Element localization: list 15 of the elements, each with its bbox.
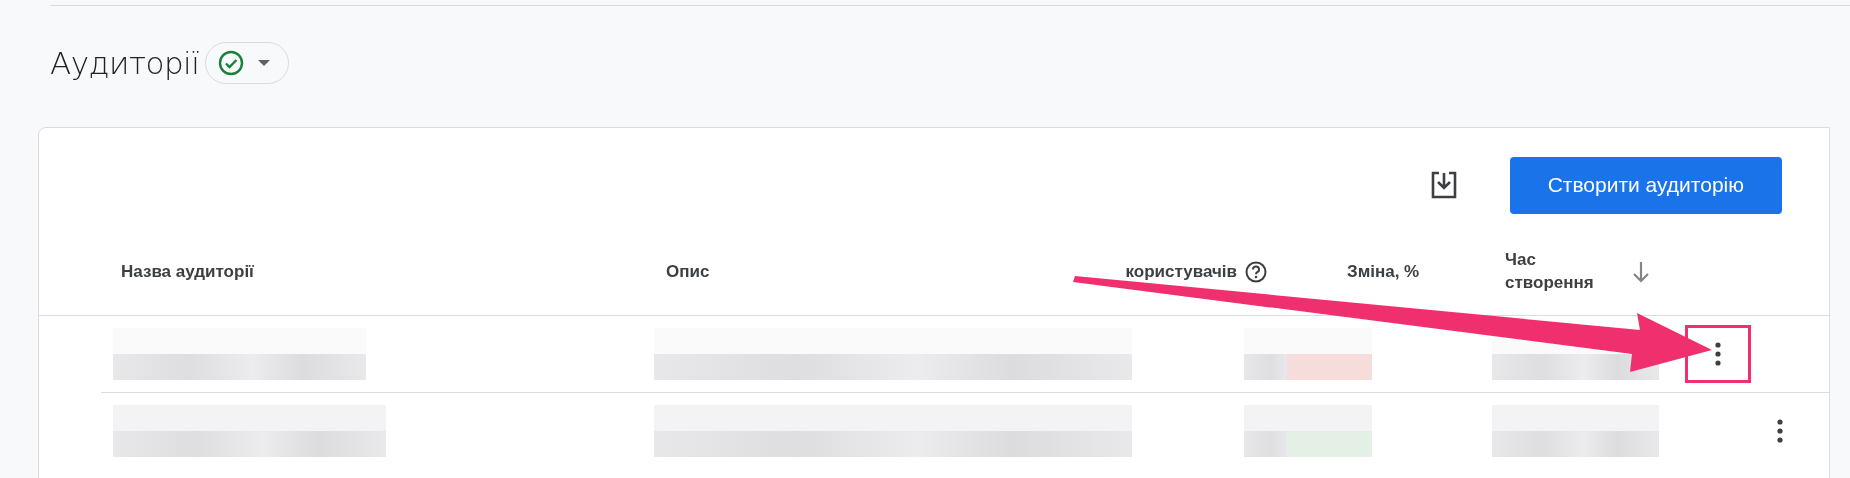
help-icon[interactable]	[1245, 260, 1267, 283]
more-icon	[1777, 419, 1783, 443]
sort-down-icon[interactable]	[1631, 260, 1650, 283]
column-header: Час створення	[1505, 248, 1594, 294]
caret-icon	[258, 60, 271, 66]
column-header: користувачів	[1125, 261, 1237, 282]
status-dropdown[interactable]	[205, 42, 290, 84]
download-icon[interactable]	[1429, 170, 1458, 200]
page-title: Аудиторії	[50, 45, 200, 81]
column-header: Опис	[666, 261, 710, 282]
check-circle-icon	[218, 50, 245, 76]
column-header: Зміна, %	[1347, 261, 1420, 282]
create-audience-button[interactable]: Створити аудиторію	[1509, 156, 1782, 214]
column-header: Назва аудиторії	[121, 261, 254, 282]
more-icon	[1715, 342, 1721, 366]
